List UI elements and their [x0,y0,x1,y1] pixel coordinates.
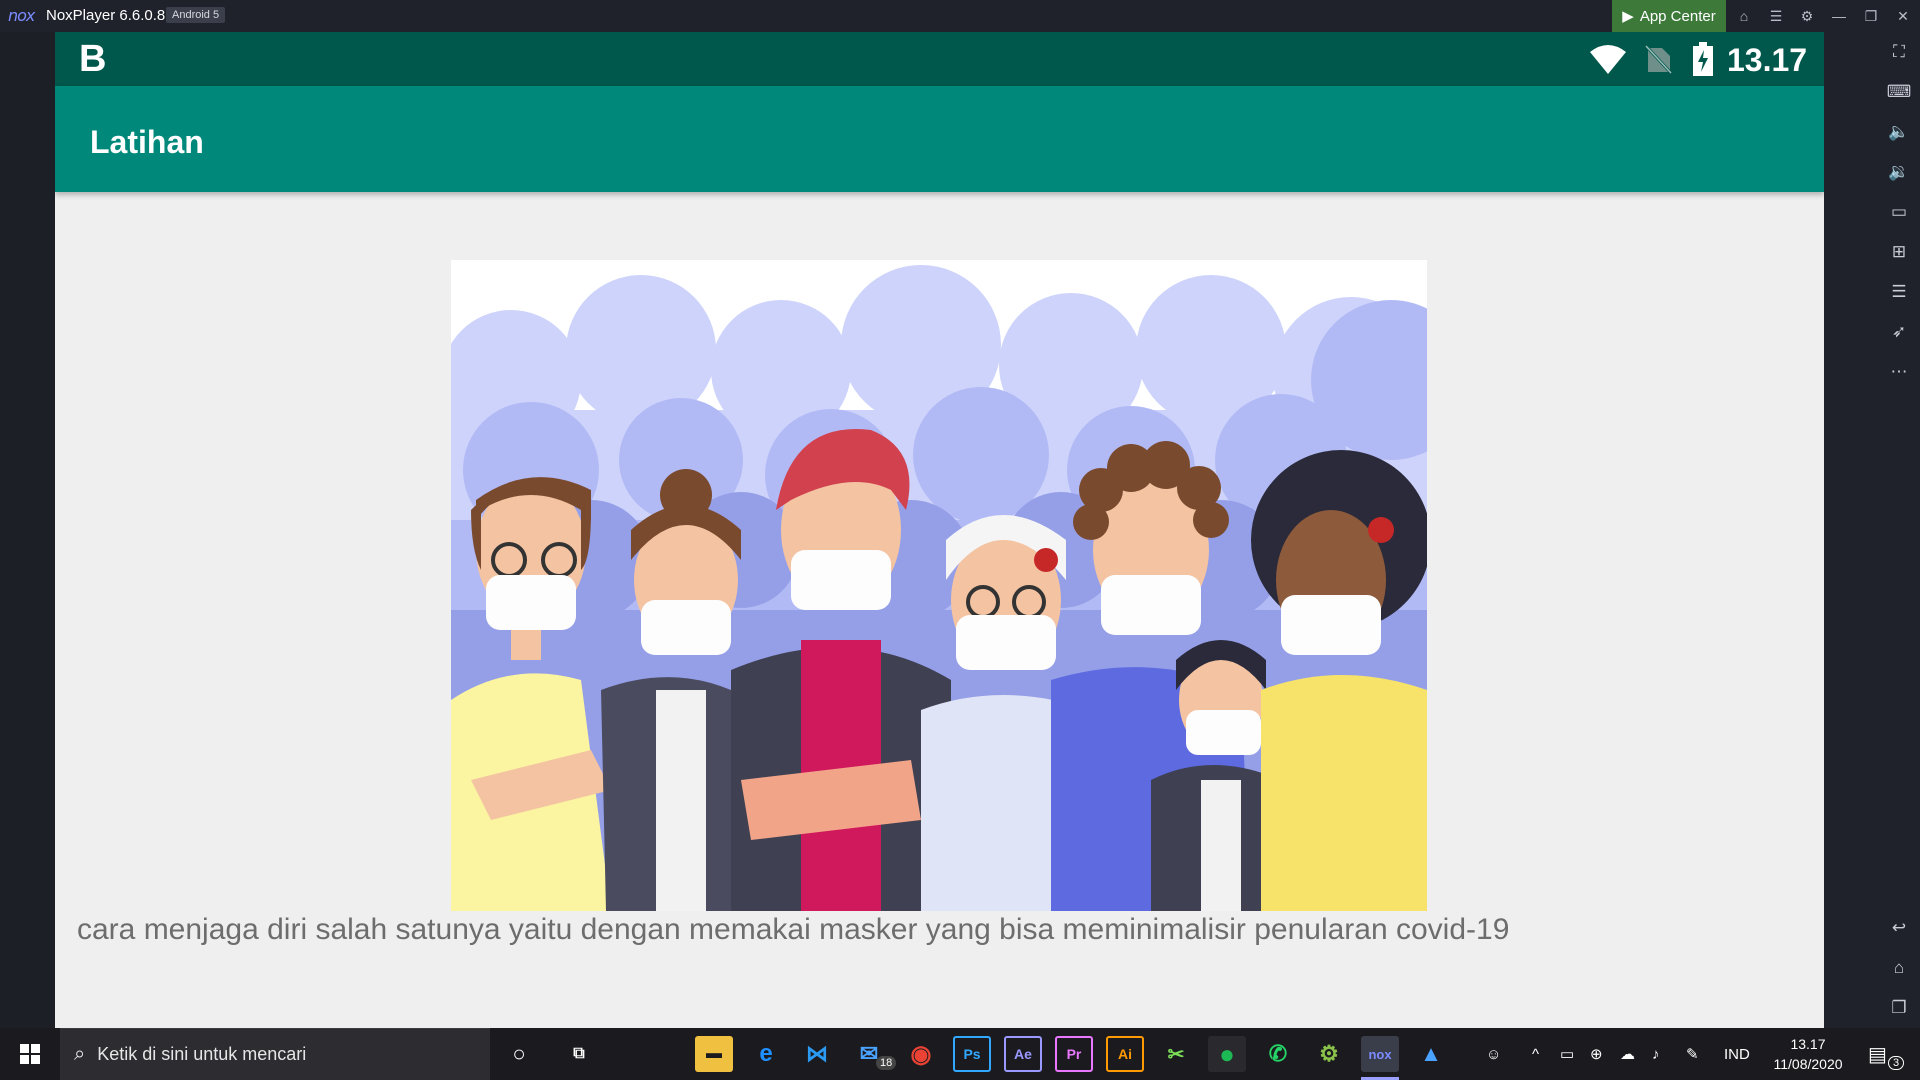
android-version-badge: Android 5 [166,7,226,23]
file-explorer-icon[interactable]: ▬ [695,1036,733,1072]
illustrator-icon[interactable]: Ai [1106,1036,1144,1072]
menu-icon[interactable]: ☰ [1766,6,1786,26]
pen-icon[interactable]: ✎ [1686,1028,1699,1080]
cortana-icon[interactable]: ○ [500,1036,538,1072]
whatsapp-icon[interactable]: ✆ [1259,1036,1297,1072]
android-screen: B 13.17 Latihan cara menjaga diri salah … [55,32,1824,1028]
task-view-icon[interactable]: ⧉ [560,1036,598,1072]
battery-charging-icon [1693,42,1713,76]
rocket-icon[interactable]: ➶ [1886,320,1912,344]
clock-date: 11/08/2020 [1773,1056,1843,1072]
more-icon[interactable]: ⋯ [1886,360,1912,384]
battery-icon[interactable]: ▭ [1560,1028,1574,1080]
android-studio-icon[interactable]: ⚙ [1310,1036,1348,1072]
photos-icon[interactable]: ▲ [1412,1036,1450,1072]
taskbar-clock[interactable]: 13.17 11/08/2020 [1760,1034,1856,1074]
app-toolbar: Latihan [55,86,1824,192]
back-icon[interactable]: ↩ [1886,916,1912,940]
app-center-button[interactable]: ▶ App Center [1612,0,1726,32]
chrome-icon[interactable]: ◉ [902,1036,940,1072]
home-icon[interactable]: ⌂ [1886,956,1912,980]
page-title: Latihan [90,124,204,160]
mail-badge: 18 [876,1056,897,1070]
onedrive-icon[interactable]: ☁ [1620,1028,1635,1080]
add-apk-icon[interactable]: ⊞ [1886,240,1912,264]
play-store-icon: ▶ [1622,8,1634,25]
tray-expand-icon[interactable]: ^ [1532,1028,1539,1080]
android-status-bar: B 13.17 [55,32,1824,86]
photoshop-icon[interactable]: Ps [953,1036,991,1072]
illustration-caption: cara menjaga diri salah satunya yaitu de… [77,913,1510,946]
edge-icon[interactable]: e [747,1036,785,1072]
window-title: NoxPlayer 6.6.0.8 [46,7,166,24]
recent-apps-icon[interactable]: ❐ [1886,996,1912,1020]
wifi-icon [1590,45,1626,74]
vscode-icon[interactable]: ⋈ [798,1036,836,1072]
gear-icon[interactable]: ⚙ [1797,6,1817,26]
minimize-icon[interactable]: — [1829,6,1849,26]
notification-app-logo: B [79,38,107,80]
no-sim-icon [1644,44,1672,74]
after-effects-icon[interactable]: Ae [1004,1036,1042,1072]
nox-taskbar-icon[interactable]: nox [1361,1036,1399,1072]
volume-up-icon[interactable]: 🔈 [1886,120,1912,144]
masked-people-illustration [451,260,1427,911]
fullscreen-icon[interactable]: ⛶ [1886,40,1912,64]
network-icon[interactable]: ⊕ [1590,1028,1603,1080]
keyboard-icon[interactable]: ⌨ [1886,80,1912,104]
people-icon[interactable]: ☺ [1486,1028,1501,1080]
search-icon: ⌕ [74,1043,86,1065]
nox-logo: nox [8,6,35,25]
app-center-label: App Center [1639,7,1716,25]
shirt-icon[interactable]: ⌂ [1734,6,1754,26]
volume-down-icon[interactable]: 🔉 [1886,160,1912,184]
close-icon[interactable]: ✕ [1893,6,1913,26]
spotify-icon[interactable]: ● [1208,1036,1246,1072]
screen-icon[interactable]: ▭ [1886,200,1912,224]
emulator-title-bar: nox NoxPlayer 6.6.0.8 Android 5 ▶ App Ce… [0,0,1920,32]
taskbar-search-box[interactable]: ⌕ Ketik di sini untuk mencari [60,1028,490,1080]
snipping-icon[interactable]: ✂ [1157,1036,1195,1072]
premiere-icon[interactable]: Pr [1055,1036,1093,1072]
restore-icon[interactable]: ❐ [1861,6,1881,26]
language-indicator[interactable]: IND [1724,1028,1750,1080]
start-button[interactable] [0,1028,60,1080]
search-placeholder: Ketik di sini untuk mencari [97,1044,307,1064]
notification-count: 3 [1888,1056,1905,1070]
status-bar-clock: 13.17 [1727,42,1808,78]
clock-time: 13.17 [1790,1036,1826,1052]
windows-taskbar: ⌕ Ketik di sini untuk mencari ○ ⧉ ▬ e ⋈ … [0,1028,1920,1080]
multi-instance-icon[interactable]: ☰ [1886,280,1912,304]
notification-center-icon[interactable]: ▤ [1868,1028,1887,1080]
speaker-icon[interactable]: ♪ [1652,1028,1660,1080]
windows-logo-icon [20,1044,40,1064]
